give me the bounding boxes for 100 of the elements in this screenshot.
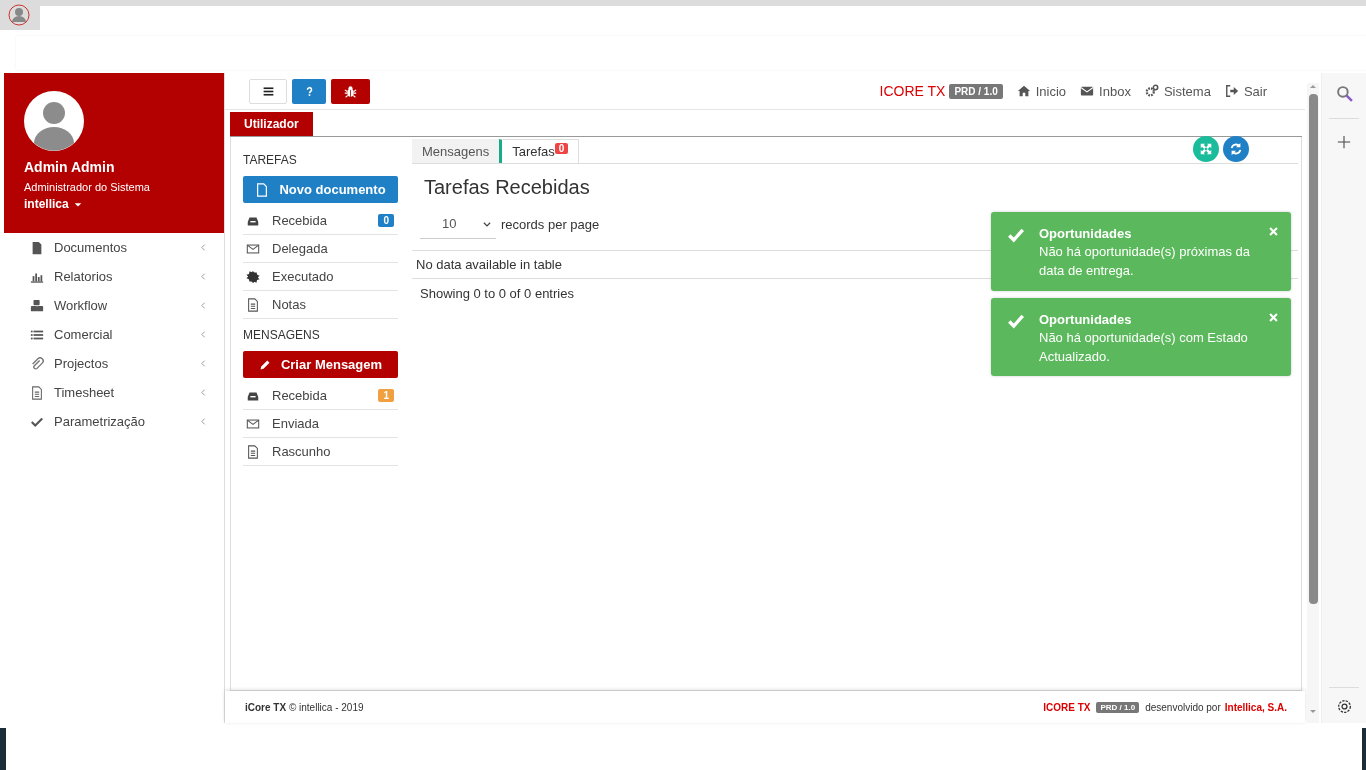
window-edge	[0, 728, 6, 770]
chevron-icon	[199, 243, 208, 252]
file-icon	[255, 182, 270, 197]
menu-button[interactable]	[249, 78, 287, 104]
window-edge	[1362, 728, 1366, 770]
list-item[interactable]: Delegada	[243, 235, 398, 263]
list-item[interactable]: Recebida 0	[243, 207, 398, 235]
add-button[interactable]	[1337, 135, 1351, 149]
bug-icon	[344, 84, 357, 98]
gears-icon	[1144, 84, 1159, 98]
plus-icon	[1337, 135, 1351, 149]
menu-item[interactable]: Comercial	[4, 320, 224, 349]
list-item[interactable]: Notas	[243, 291, 398, 319]
bug-report-button[interactable]	[331, 78, 370, 104]
menu-label: Workflow	[54, 298, 109, 313]
chevron-icon	[199, 359, 208, 368]
nav-link[interactable]: Sair	[1224, 83, 1267, 99]
toast-title: Oportunidades	[1039, 311, 1133, 327]
document-icon	[246, 444, 260, 459]
fullscreen-button[interactable]	[1193, 136, 1219, 162]
help-button[interactable]	[292, 78, 326, 104]
home-icon	[1016, 84, 1031, 98]
avatar-icon	[24, 91, 84, 151]
menu-item[interactable]: Projectos	[4, 349, 224, 378]
new-document-button[interactable]: Novo documento	[243, 176, 398, 203]
page-size-label: records per page	[501, 216, 600, 232]
document-icon	[30, 385, 44, 400]
menu-item[interactable]: Timesheet	[4, 378, 224, 407]
section-heading: MENSAGENS	[243, 328, 321, 342]
avatar-icon	[8, 4, 30, 26]
menu-item[interactable]: Parametrização	[4, 407, 224, 436]
company-link[interactable]: Intellica, S.A.	[1224, 701, 1287, 713]
envelope-icon	[1080, 84, 1095, 98]
sign-out-icon	[1224, 84, 1239, 98]
scrollbar[interactable]	[1307, 83, 1319, 723]
brand-name: ICORE TX	[1043, 701, 1091, 713]
item-label: Delegada	[272, 241, 329, 256]
settings-button[interactable]	[1335, 698, 1353, 715]
page-size-select[interactable]: 10	[420, 209, 496, 239]
close-icon	[1268, 226, 1279, 237]
chevron-icon	[199, 301, 208, 310]
chevron-icon	[199, 388, 208, 397]
toast-message: Não há oportunidade(s) com Estado Actualizado.	[1039, 328, 1249, 366]
close-icon	[1268, 311, 1279, 323]
menu-icon	[261, 84, 275, 98]
menu-label: Timesheet	[54, 385, 116, 400]
item-label: Rascunho	[272, 444, 332, 459]
count-badge: 0	[554, 143, 569, 154]
refresh-icon	[1229, 142, 1243, 156]
list-item[interactable]: Recebida 1	[243, 382, 398, 410]
file-icon	[30, 240, 44, 255]
nav-link[interactable]: Inicio	[1016, 83, 1067, 99]
create-message-button[interactable]: Criar Mensagem	[243, 351, 398, 378]
menu-item[interactable]: Documentos	[4, 233, 224, 262]
menu-item[interactable]: Relatorios	[4, 262, 224, 291]
tab[interactable]: Tarefas 0	[499, 139, 580, 163]
refresh-button[interactable]	[1223, 136, 1249, 162]
list-item[interactable]: Enviada	[243, 410, 398, 438]
chevron-icon	[199, 417, 208, 426]
brand-name: ICORE TX	[879, 83, 946, 99]
menu-label: Projectos	[54, 356, 110, 371]
count-badge: 1	[378, 389, 394, 402]
menu-item[interactable]: Workflow	[4, 291, 224, 320]
envelope-icon	[246, 241, 260, 256]
nav-link[interactable]: Sistema	[1144, 83, 1211, 99]
search-button[interactable]	[1335, 85, 1353, 102]
copyright-text: iCore TX © intellica - 2019	[245, 701, 364, 713]
item-label: Recebida	[272, 213, 328, 228]
user-name: Admin Admin	[24, 159, 116, 175]
page-tab[interactable]: Utilizador	[230, 112, 313, 136]
pencil-icon	[258, 358, 271, 371]
list-item[interactable]: Executado	[243, 263, 398, 291]
toast-title: Oportunidades	[1039, 226, 1133, 241]
version-badge: PRD / 1.0	[949, 83, 1003, 99]
paperclip-icon	[30, 356, 44, 371]
credit-text: desenvolvido por	[1145, 701, 1221, 713]
section-heading: TAREFAS	[243, 153, 298, 167]
envelope-icon	[246, 416, 260, 431]
close-button[interactable]	[1268, 311, 1279, 323]
page-title: Tarefas Recebidas	[424, 176, 591, 199]
badge-icon	[246, 269, 260, 284]
item-label: Notas	[272, 297, 307, 312]
scroll-up-icon	[1309, 83, 1317, 91]
document-icon	[246, 297, 260, 312]
scroll-down-icon	[1309, 707, 1317, 715]
chevron-icon	[199, 330, 208, 339]
tab[interactable]: Mensagens	[412, 139, 500, 163]
item-label: Recebida	[272, 388, 328, 403]
close-button[interactable]	[1268, 226, 1279, 237]
company-dropdown[interactable]: intellica	[24, 197, 83, 211]
chevron-icon	[199, 272, 208, 281]
scroll-thumb[interactable]	[1308, 94, 1318, 604]
menu-label: Parametrização	[54, 414, 147, 429]
expand-icon	[1199, 142, 1213, 156]
check-icon	[1005, 226, 1027, 244]
item-label: Executado	[272, 269, 335, 284]
item-label: Enviada	[272, 416, 320, 431]
nav-link[interactable]: Inbox	[1080, 83, 1131, 99]
entries-info: Showing 0 to 0 of 0 entries	[420, 286, 574, 301]
list-item[interactable]: Rascunho	[243, 438, 398, 466]
